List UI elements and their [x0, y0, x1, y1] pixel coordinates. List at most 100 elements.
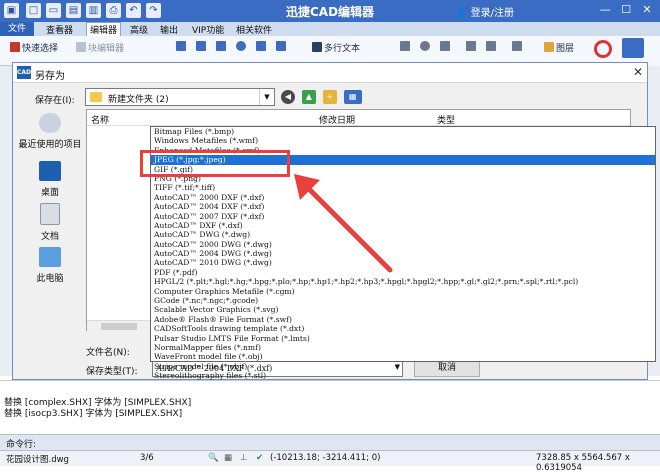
- layer-icon: [544, 42, 554, 52]
- filetype-option[interactable]: AutoCAD™ 2010 DWG (*.dwg): [151, 258, 655, 267]
- place-recent[interactable]: 最近使用的项目: [17, 113, 83, 150]
- filetype-option[interactable]: HPGL/2 (*.plt;*.hgl;*.hg;*.hpg;*.plo;*.h…: [151, 277, 655, 286]
- filetype-option[interactable]: Computer Graphics Metafile (*.cgm): [151, 287, 655, 296]
- menu-editor[interactable]: 编辑器: [86, 22, 122, 37]
- menu-viewer[interactable]: 查看器: [46, 23, 73, 36]
- log-line: 替换 [isocp3.SHX] 字体为 [SIMPLEX.SHX]: [4, 409, 183, 419]
- place-this-pc-label: 此电脑: [36, 274, 64, 284]
- edit-icon[interactable]: [622, 38, 644, 58]
- snap-icon[interactable]: ✔: [256, 453, 263, 463]
- circle-tool-button[interactable]: [236, 41, 248, 53]
- cursor-icon: [10, 42, 20, 52]
- line-tool-button[interactable]: [176, 41, 188, 53]
- line-icon: [176, 41, 186, 51]
- menu-advanced[interactable]: 高级: [130, 23, 148, 36]
- filetype-option[interactable]: TIFF (*.tif;*.tiff): [151, 183, 655, 192]
- polyline-tool-button[interactable]: [216, 41, 228, 53]
- place-desktop-label: 桌面: [40, 188, 59, 198]
- filetype-option[interactable]: Pulsar Studio LMTS File Format (*.lmts): [151, 334, 655, 343]
- move-button[interactable]: [400, 41, 412, 53]
- app-title: 迅捷CAD编辑器: [285, 5, 375, 19]
- desktop-icon: [39, 161, 61, 181]
- block-editor-button[interactable]: 块编辑器: [76, 41, 124, 54]
- filetype-option[interactable]: Stripe model file (*.objf): [151, 362, 655, 371]
- zoom-icon[interactable]: 🔍: [208, 453, 219, 463]
- save-in-select[interactable]: 新建文件夹 (2) ▼: [85, 88, 275, 106]
- rect-tool-button[interactable]: [256, 41, 268, 53]
- menu-related-software[interactable]: 相关软件: [236, 23, 272, 36]
- filetype-option[interactable]: Adobe® Flash® File Format (*.swf): [151, 315, 655, 324]
- filetype-label: 保存类型(T):: [86, 367, 138, 377]
- scrollbar-thumb[interactable]: [101, 323, 137, 330]
- layer-label: 图层: [556, 44, 575, 54]
- scale-icon: [466, 41, 476, 51]
- menu-output[interactable]: 输出: [160, 23, 178, 36]
- mirror-button[interactable]: [440, 41, 452, 53]
- filename-label: 文件名(N):: [86, 348, 130, 358]
- mirror-icon: [440, 41, 450, 51]
- highlight-box: [140, 150, 290, 177]
- filetype-option[interactable]: AutoCAD™ 2000 DXF (*.dxf): [151, 193, 655, 202]
- arrow-shaft: [301, 181, 393, 273]
- extract-icon[interactable]: [594, 40, 612, 58]
- dialog-close-icon[interactable]: ✕: [633, 65, 643, 79]
- block-icon: [76, 42, 86, 52]
- message-log: 替换 [complex.SHX] 字体为 [SIMPLEX.SHX] 替换 [i…: [0, 380, 660, 434]
- place-documents[interactable]: 文档: [17, 203, 83, 242]
- up-folder-icon[interactable]: ▲: [301, 90, 316, 104]
- place-desktop[interactable]: 桌面: [17, 161, 83, 198]
- login-register-link[interactable]: 👤 登录/注册: [455, 4, 514, 19]
- column-name[interactable]: 名称: [91, 113, 109, 126]
- command-line-label: 命令行:: [6, 440, 37, 450]
- ortho-icon[interactable]: ⊥: [240, 453, 247, 463]
- menu-vip[interactable]: VIP功能: [192, 23, 224, 36]
- back-icon[interactable]: ◀: [281, 90, 295, 104]
- rotate-button[interactable]: [420, 41, 432, 53]
- circle-icon: [236, 41, 246, 51]
- layer-button[interactable]: 图层: [544, 41, 574, 54]
- filetype-option[interactable]: AutoCAD™ 2004 DXF (*.dxf): [151, 202, 655, 211]
- place-documents-label: 文档: [40, 232, 59, 242]
- arc-icon: [196, 41, 206, 51]
- documents-icon: [40, 203, 60, 225]
- filetype-option[interactable]: Bitmap Files (*.bmp): [151, 127, 655, 136]
- column-type[interactable]: 类型: [437, 113, 455, 126]
- view-menu-icon[interactable]: ▦: [343, 90, 362, 104]
- command-line[interactable]: 命令行:: [0, 434, 660, 450]
- filetype-option[interactable]: AutoCAD™ DWG (*.dwg): [151, 230, 655, 239]
- filetype-option[interactable]: GCode (*.nc;*.ngc;*.gcode): [151, 296, 655, 305]
- scale-button[interactable]: [466, 41, 478, 53]
- filetype-option[interactable]: Scalable Vector Graphics (*.svg): [151, 305, 655, 314]
- dialog-nav-toolbar: ◀ ▲ + ▦: [281, 90, 366, 104]
- hatch-tool-button[interactable]: [276, 41, 288, 53]
- quick-select-button[interactable]: 快速选择: [10, 41, 58, 54]
- folder-icon: [90, 92, 102, 102]
- filetype-option[interactable]: Windows Metafiles (*.wmf): [151, 136, 655, 145]
- maximize-button[interactable]: ☐: [617, 2, 635, 18]
- array-button[interactable]: [512, 41, 524, 53]
- filetype-option[interactable]: NormalMapper files (*.nmf): [151, 343, 655, 352]
- block-editor-label: 块编辑器: [88, 44, 125, 54]
- trim-icon: [486, 41, 496, 51]
- minimize-button[interactable]: —: [596, 2, 614, 18]
- close-button[interactable]: ✕: [638, 2, 656, 18]
- chevron-down-icon[interactable]: ▼: [259, 89, 274, 105]
- filetype-option[interactable]: PDF (*.pdf): [151, 268, 655, 277]
- save-in-label: 保存在(I):: [35, 96, 75, 106]
- place-this-pc[interactable]: 此电脑: [17, 247, 83, 284]
- filetype-option[interactable]: AutoCAD™ 2007 DXF (*.dxf): [151, 212, 655, 221]
- filetype-option[interactable]: CADSoftTools drawing template (*.dxt): [151, 324, 655, 333]
- column-modified[interactable]: 修改日期: [319, 113, 355, 126]
- dialog-title: 另存为: [35, 71, 65, 82]
- grid-icon[interactable]: ▦: [224, 453, 232, 463]
- filetype-option[interactable]: AutoCAD™ 2004 DWG (*.dwg): [151, 249, 655, 258]
- arc-tool-button[interactable]: [196, 41, 208, 53]
- multiline-text-button[interactable]: 多行文本: [312, 41, 360, 54]
- new-folder-icon[interactable]: +: [322, 90, 337, 104]
- rectangle-icon: [256, 41, 266, 51]
- filetype-option[interactable]: AutoCAD™ DXF (*.dxf): [151, 221, 655, 230]
- menu-file[interactable]: 文件: [0, 22, 35, 36]
- filetype-option[interactable]: AutoCAD™ 2000 DWG (*.dwg): [151, 240, 655, 249]
- filetype-option[interactable]: WaveFront model file (*.obj): [151, 352, 655, 361]
- trim-button[interactable]: [486, 41, 498, 53]
